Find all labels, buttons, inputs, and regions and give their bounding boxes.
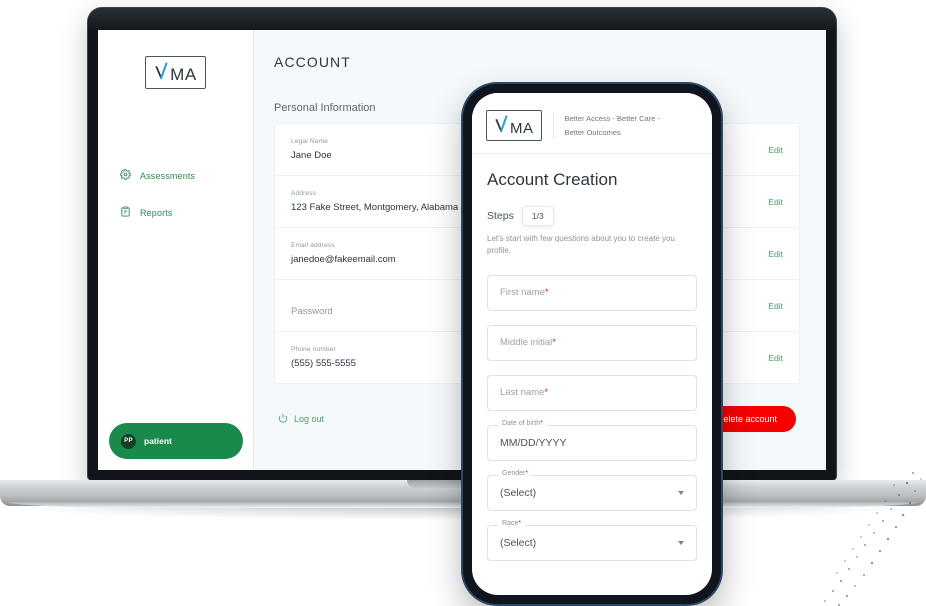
field-value: Password [291, 306, 333, 317]
input-placeholder: Middle initial [500, 337, 553, 349]
user-name-label: patient [144, 436, 172, 446]
required-marker: * [518, 519, 522, 527]
required-marker: * [544, 387, 549, 399]
required-marker: * [525, 469, 529, 477]
select-value: (Select) [500, 486, 537, 499]
steps-label: Steps [487, 210, 514, 222]
sidebar-nav: Assessments Reports [98, 169, 253, 219]
phone-device-frame: MA Better Access - Better Care - Better … [463, 84, 721, 604]
field-value: (555) 555-5555 [291, 358, 356, 369]
date-of-birth-input[interactable]: Date of birth* MM/DD/YYYY [487, 419, 697, 461]
phone-notch [549, 84, 635, 93]
phone-screen: MA Better Access - Better Care - Better … [472, 93, 712, 595]
power-icon [278, 413, 288, 425]
steps-counter-badge: 1/3 [521, 206, 554, 226]
input-label: Date of birth* [498, 419, 547, 427]
form-description: Let's start with few questions about you… [487, 234, 675, 256]
laptop-device-frame: MA Assessments Reports PP patient ACCOUN… [88, 8, 836, 480]
phone-app-body: Account Creation Steps 1/3 Let's start w… [472, 154, 712, 561]
field-email-address: Email address janedoe@fakeemail.com [291, 242, 396, 265]
gender-select[interactable]: Gender* (Select) [487, 469, 697, 511]
edit-link-email-address[interactable]: Edit [756, 249, 783, 259]
field-value: 123 Fake Street, Montgomery, Alabama 361… [291, 202, 488, 213]
sidebar-item-assessments[interactable]: Assessments [120, 169, 253, 182]
field-label: Phone number [291, 346, 337, 353]
last-name-input[interactable]: Last name * [487, 374, 697, 411]
required-marker: * [540, 419, 543, 427]
logo-text: MA [170, 65, 197, 84]
sidebar: MA Assessments Reports PP patient [98, 30, 254, 470]
brand-tagline: Better Access - Better Care - Better Out… [564, 114, 660, 137]
logo-box: MA [145, 56, 206, 89]
sidebar-item-label: Assessments [140, 170, 196, 181]
chevron-down-icon [678, 490, 684, 495]
edit-link-legal-name[interactable]: Edit [756, 145, 783, 155]
required-marker: * [544, 287, 549, 299]
field-value: Jane Doe [291, 150, 332, 161]
field-label: Email address [291, 242, 335, 249]
field-legal-name: Legal Name Jane Doe [291, 138, 332, 161]
sidebar-item-label: Reports [140, 207, 173, 218]
form-title: Account Creation [487, 170, 618, 189]
chevron-down-icon [678, 540, 684, 545]
sidebar-logo[interactable]: MA [98, 30, 253, 89]
required-marker: * [552, 337, 556, 349]
steps-indicator: Steps 1/3 [487, 206, 697, 226]
field-phone-number: Phone number (555) 555-5555 [291, 346, 356, 369]
input-label: Gender* [498, 469, 533, 477]
edit-link-phone-number[interactable]: Edit [756, 353, 783, 363]
input-placeholder: Last name [500, 387, 545, 399]
clipboard-icon [120, 206, 131, 219]
gear-icon [120, 169, 131, 182]
edit-link-address[interactable]: Edit [756, 197, 783, 207]
user-account-pill[interactable]: PP patient [109, 423, 243, 459]
select-value: (Select) [500, 536, 537, 549]
logout-button[interactable]: Log out [278, 413, 324, 425]
field-value: janedoe@fakeemail.com [291, 254, 396, 265]
field-label: Legal Name [291, 138, 329, 145]
mockup-stage: MA Assessments Reports PP patient ACCOUN… [0, 0, 926, 606]
phone-app-header: MA Better Access - Better Care - Better … [472, 93, 712, 154]
field-label: Address [291, 190, 317, 197]
logout-label: Log out [294, 414, 325, 424]
logo-text: MA [510, 120, 534, 137]
first-name-input[interactable]: First name * [487, 274, 697, 311]
avatar: PP [121, 433, 136, 449]
sidebar-item-reports[interactable]: Reports [120, 206, 253, 219]
logo-check-v-icon [154, 61, 170, 80]
phone-logo-box: MA [486, 110, 542, 141]
header-divider [552, 112, 554, 139]
logo-check-v-icon [494, 114, 510, 133]
edit-link-password[interactable]: Edit [756, 301, 783, 311]
field-password: Password Password [291, 294, 333, 317]
middle-initial-input[interactable]: Middle initial * [487, 324, 697, 361]
page-title: ACCOUNT [274, 54, 351, 70]
race-select[interactable]: Race* (Select) [487, 519, 697, 561]
input-value: MM/DD/YYYY [500, 436, 567, 449]
field-address: Address 123 Fake Street, Montgomery, Ala… [291, 190, 487, 213]
input-label: Race* [498, 519, 526, 527]
input-placeholder: First name [500, 287, 545, 299]
